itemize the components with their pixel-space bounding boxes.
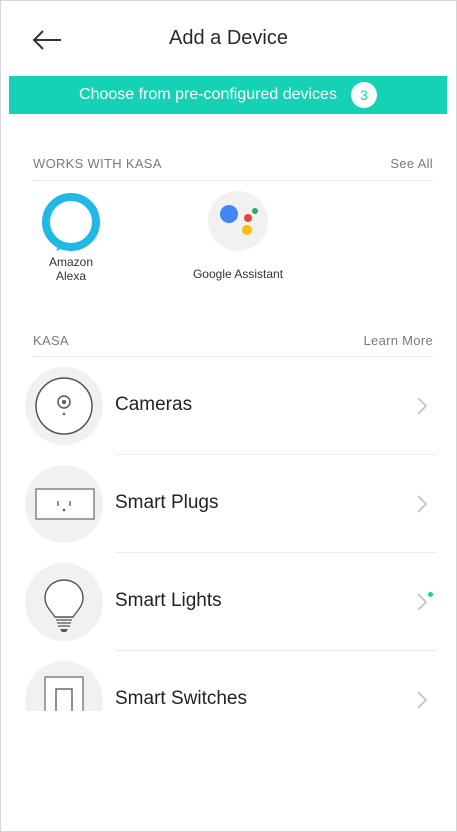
app-screen: Add a Device Choose from pre-configured …: [0, 0, 457, 832]
category-label: Smart Switches: [115, 688, 247, 709]
device-category-smart-switches[interactable]: Smart Switches: [25, 651, 437, 711]
preconfigured-devices-banner[interactable]: Choose from pre-configured devices 3: [9, 76, 447, 114]
kasa-heading: KASA: [33, 332, 69, 348]
alexa-icon: [42, 193, 100, 251]
partner-name: Google Assistant: [192, 267, 284, 281]
section-divider: [33, 180, 433, 181]
plug-icon: [35, 488, 95, 520]
learn-more-link[interactable]: Learn More: [364, 333, 433, 348]
switch-icon: [44, 676, 84, 711]
chevron-right-icon: [417, 495, 428, 513]
category-icon-circle: [25, 465, 103, 543]
partner-google-assistant[interactable]: Google Assistant: [173, 191, 303, 281]
page-title: Add a Device: [169, 27, 288, 49]
header: Add a Device: [1, 1, 456, 75]
device-count-badge: 3: [350, 82, 377, 108]
category-label: Smart Lights: [115, 590, 222, 611]
kasa-header: KASA Learn More: [33, 325, 433, 355]
device-category-smart-lights[interactable]: Smart Lights: [25, 553, 437, 651]
category-icon-circle: [25, 661, 103, 711]
works-with-kasa-heading: WORKS WITH KASA: [33, 155, 162, 171]
chevron-right-icon: [417, 691, 428, 709]
camera-icon: [35, 377, 93, 435]
category-icon-circle: [25, 367, 103, 445]
works-with-kasa-header: WORKS WITH KASA See All: [33, 148, 433, 178]
partner-name-line2: Alexa: [55, 269, 87, 283]
category-label: Smart Plugs: [115, 492, 219, 513]
chevron-right-icon: [417, 397, 428, 415]
new-indicator-dot: [428, 592, 433, 597]
google-assistant-icon: [208, 191, 268, 251]
partner-amazon-alexa[interactable]: Amazon Alexa: [31, 191, 111, 283]
list-scroll-clip: Smart Switches: [1, 649, 456, 711]
category-icon-circle: [25, 563, 103, 641]
see-all-link[interactable]: See All: [390, 156, 433, 171]
category-label: Cameras: [115, 394, 193, 415]
partner-name-line1: Amazon: [48, 255, 94, 269]
device-category-cameras[interactable]: Cameras: [25, 357, 437, 455]
device-category-smart-plugs[interactable]: Smart Plugs: [25, 455, 437, 553]
chevron-right-icon: [417, 593, 428, 611]
bulb-icon: [44, 579, 84, 632]
banner-text: Choose from pre-configured devices: [79, 86, 337, 103]
